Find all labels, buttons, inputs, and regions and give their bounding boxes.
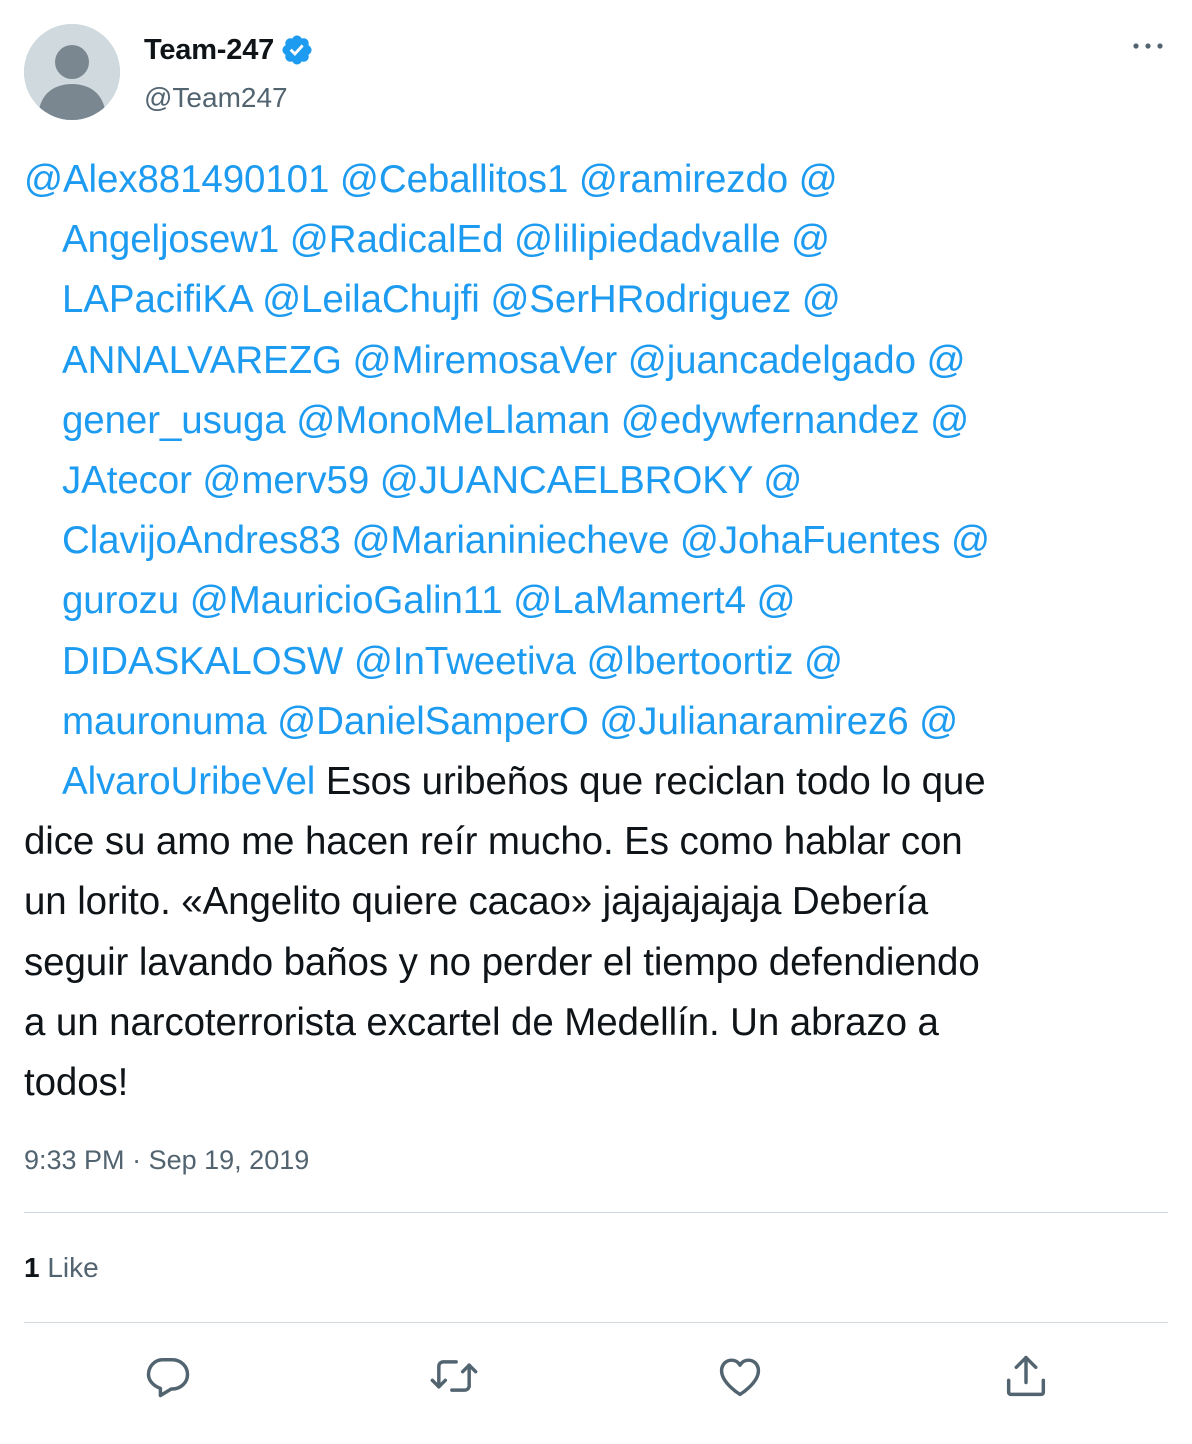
- likes-row[interactable]: 1 Like: [24, 1252, 99, 1284]
- timestamp-separator: ·: [132, 1145, 142, 1175]
- reply-icon: [146, 1358, 190, 1398]
- mention-line: gurozu @MauricioGalin11 @LaMamert4 @: [24, 571, 1174, 631]
- tweet-body-line: un lorito. «Angelito quiere cacao» jajaj…: [24, 880, 929, 924]
- more-options-icon[interactable]: [1130, 36, 1166, 56]
- likes-count: 1: [24, 1252, 40, 1283]
- tweet-body-line: todos!: [24, 1061, 129, 1105]
- mention-line: JAtecor @merv59 @JUANCAELBROKY @: [24, 451, 1174, 511]
- tweet-date: Sep 19, 2019: [148, 1145, 310, 1175]
- mention-link[interactable]: ANNALVAREZG @MiremosaVer @juancadelgado …: [62, 339, 966, 382]
- share-button[interactable]: [1000, 1350, 1052, 1402]
- user-block: Team-247 @Team247: [144, 30, 314, 114]
- mention-link[interactable]: DIDASKALOSW @InTweetiva @lbertoortiz @: [62, 640, 843, 683]
- mention-line: mauronuma @DanielSamperO @Julianaramirez…: [24, 692, 1174, 752]
- tweet-body-line: Esos uribeños que reciclan todo lo que: [325, 760, 986, 804]
- mention-link[interactable]: Angeljosew1 @RadicalEd @lilipiedadvalle …: [62, 218, 830, 261]
- handle[interactable]: @Team247: [144, 82, 314, 114]
- mention-line: AlvaroUribeVel Esos uribeños que recicla…: [24, 752, 1174, 812]
- display-name[interactable]: Team-247: [144, 34, 274, 67]
- tweet-body-line: dice su amo me hacen reír mucho. Es como…: [24, 820, 963, 864]
- mention-link[interactable]: @Alex881490101 @Ceballitos1 @ramirezdo @: [24, 158, 838, 201]
- like-button[interactable]: [714, 1350, 766, 1402]
- tweet-body-line: a un narcoterrorista excartel de Medellí…: [24, 1000, 939, 1044]
- mention-line: @Alex881490101 @Ceballitos1 @ramirezdo @: [24, 150, 1174, 210]
- mention-link[interactable]: ClavijoAndres83 @Marianiniecheve @JohaFu…: [62, 519, 990, 562]
- divider: [24, 1322, 1168, 1323]
- mention-line: ClavijoAndres83 @Marianiniecheve @JohaFu…: [24, 511, 1174, 571]
- likes-label: Like: [47, 1252, 99, 1283]
- name-row: Team-247: [144, 30, 314, 70]
- mention-link[interactable]: gurozu @MauricioGalin11 @LaMamert4 @: [62, 579, 796, 622]
- mention-line: DIDASKALOSW @InTweetiva @lbertoortiz @: [24, 632, 1174, 692]
- mention-link[interactable]: JAtecor @merv59 @JUANCAELBROKY @: [62, 459, 802, 502]
- avatar[interactable]: [24, 24, 120, 120]
- mention-line: LAPacifiKA @LeilaChujfi @SerHRodriguez @: [24, 270, 1174, 330]
- timestamp[interactable]: 9:33 PM · Sep 19, 2019: [24, 1145, 309, 1176]
- retweet-button[interactable]: [428, 1350, 480, 1402]
- mention-link[interactable]: LAPacifiKA @LeilaChujfi @SerHRodriguez @: [62, 278, 841, 321]
- tweet-text: @Alex881490101 @Ceballitos1 @ramirezdo @…: [24, 150, 1174, 1113]
- divider: [24, 1212, 1168, 1213]
- mention-line: Angeljosew1 @RadicalEd @lilipiedadvalle …: [24, 210, 1174, 270]
- default-avatar-icon: [24, 24, 120, 120]
- mention-link[interactable]: mauronuma @DanielSamperO @Julianaramirez…: [62, 700, 958, 743]
- reply-button[interactable]: [142, 1350, 194, 1402]
- mention-link[interactable]: gener_usuga @MonoMeLlaman @edywfernandez…: [62, 399, 969, 442]
- retweet-icon: [430, 1360, 478, 1392]
- share-icon: [1006, 1355, 1046, 1397]
- mention-line: gener_usuga @MonoMeLlaman @edywfernandez…: [24, 391, 1174, 451]
- tweet-time: 9:33 PM: [24, 1145, 125, 1175]
- mention-line: ANNALVAREZG @MiremosaVer @juancadelgado …: [24, 331, 1174, 391]
- tweet: Team-247 @Team247 @Alex881490101 @Ceball…: [0, 0, 1192, 1444]
- heart-icon: [719, 1358, 761, 1397]
- mention-link[interactable]: AlvaroUribeVel: [62, 760, 315, 803]
- tweet-body-line: seguir lavando baños y no perder el tiem…: [24, 940, 980, 984]
- verified-badge-icon: [282, 35, 312, 65]
